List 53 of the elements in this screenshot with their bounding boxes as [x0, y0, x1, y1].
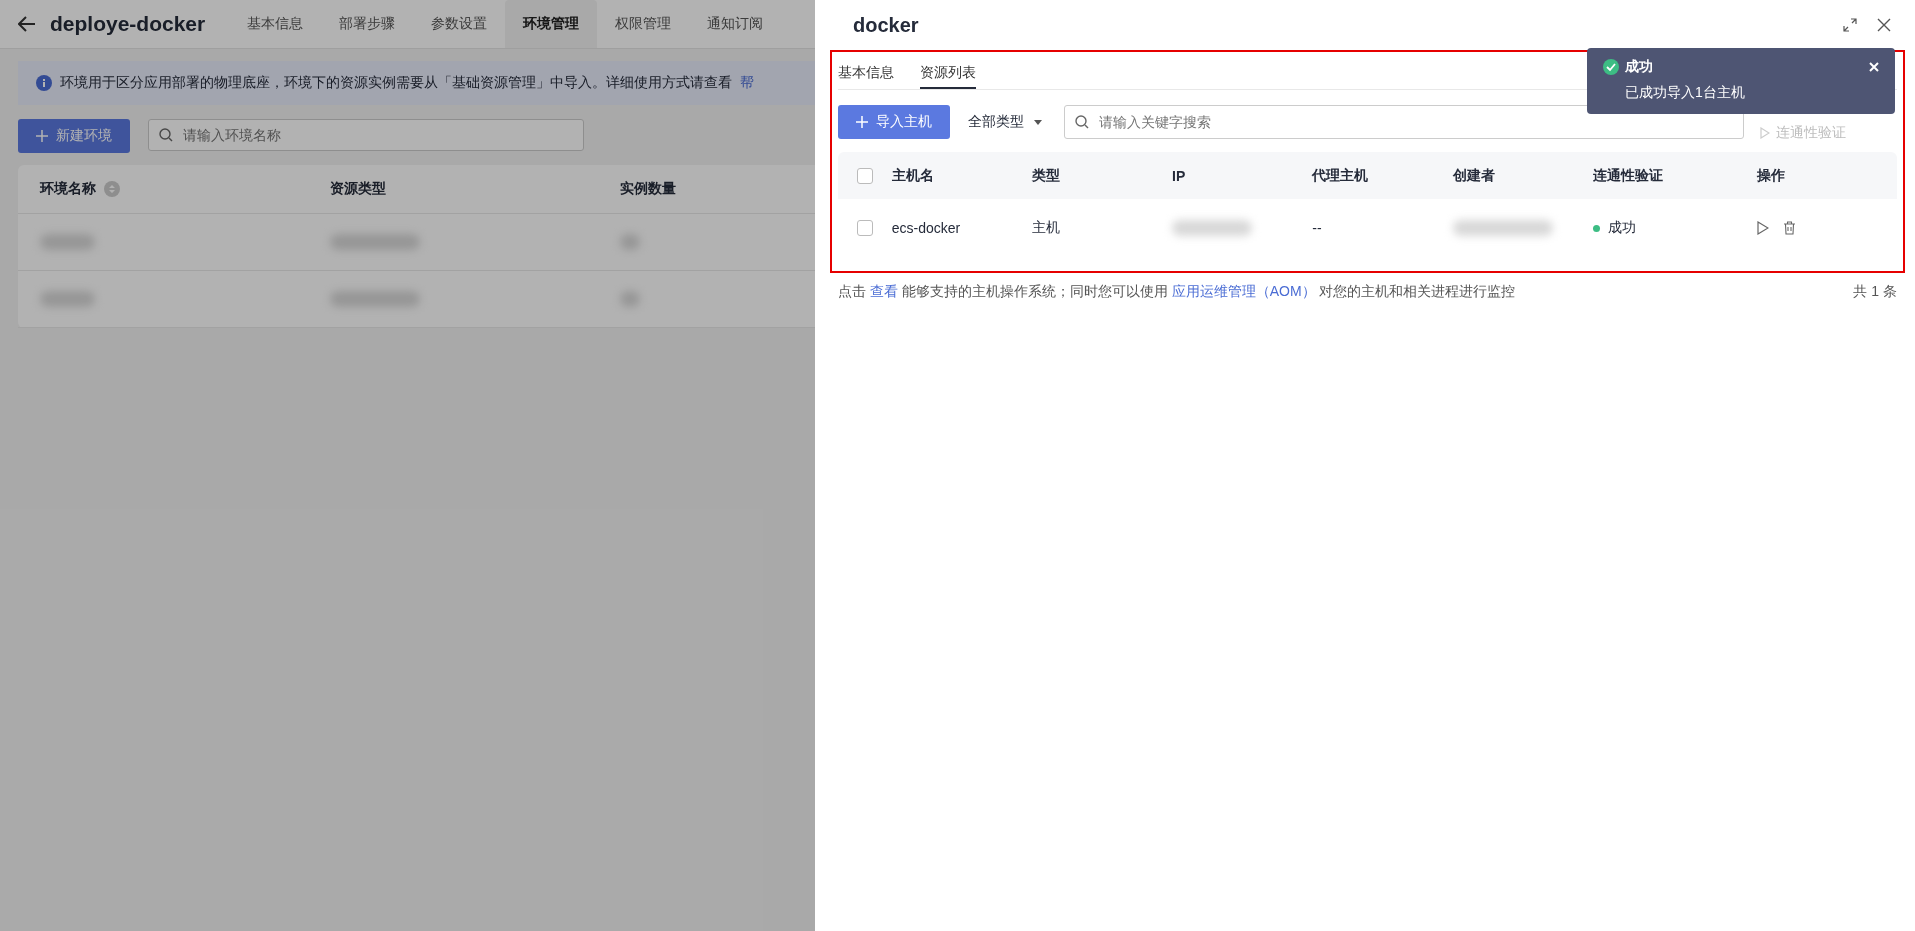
aom-link[interactable]: 应用运维管理（AOM）: [1171, 283, 1316, 299]
page-tab[interactable]: 通知订阅: [689, 0, 782, 48]
status-text: 成功: [1607, 219, 1636, 237]
column-header: 环境名称: [40, 180, 96, 198]
expand-icon[interactable]: [1843, 18, 1857, 32]
info-text: 环境用于区分应用部署的物理底座，环境下的资源实例需要从「基础资源管理」中导入。详细使用方式请查看: [60, 74, 732, 92]
import-host-button[interactable]: 导入主机: [838, 105, 950, 139]
page-title: deploye-docker: [50, 12, 206, 36]
plus-icon: [36, 130, 48, 142]
table-cell: ecs-docker: [891, 220, 961, 236]
trash-icon[interactable]: [1782, 221, 1796, 235]
column-header: IP: [1172, 167, 1186, 184]
footer-text: 点击 查看 能够支持的主机操作系统；同时您可以使用 应用运维管理（AOM） 对您的主机和相关进程进行监控: [838, 283, 1516, 301]
back-arrow-icon[interactable]: [18, 16, 36, 32]
drawer-tab[interactable]: 基本信息: [838, 58, 894, 89]
row-checkbox[interactable]: [856, 220, 873, 236]
search-icon: [159, 128, 173, 142]
page-tab[interactable]: 权限管理: [597, 0, 690, 48]
column-header: 操作: [1756, 166, 1785, 185]
column-header: 资源类型: [330, 180, 386, 198]
view-link[interactable]: 查看: [869, 283, 898, 299]
plus-icon: [856, 116, 868, 128]
drawer-title: docker: [853, 13, 919, 37]
page-tab[interactable]: 环境管理: [505, 0, 598, 48]
table-cell: 主机: [1031, 219, 1060, 237]
column-header: 代理主机: [1312, 166, 1369, 185]
table-cell: --: [1312, 220, 1322, 236]
blurred-text: [40, 291, 95, 307]
search-icon: [1075, 115, 1089, 129]
toast-title: 成功: [1625, 58, 1654, 76]
column-header: 类型: [1031, 166, 1060, 185]
play-icon: [1760, 127, 1770, 139]
blurred-text: [40, 234, 95, 250]
toast-message: 已成功导入1台主机: [1624, 84, 1746, 102]
page-tab[interactable]: 部署步骤: [321, 0, 414, 48]
search-field[interactable]: 请输入关键字搜索: [1064, 105, 1744, 139]
total-count: 共 1 条: [1853, 283, 1897, 301]
check-circle-icon: [1603, 59, 1619, 75]
search-field[interactable]: 请输入环境名称: [148, 119, 584, 151]
new-environment-button[interactable]: 新建环境: [18, 119, 130, 153]
help-link[interactable]: 帮: [740, 74, 754, 92]
type-dropdown[interactable]: 全部类型: [968, 113, 1054, 131]
column-header: 创建者: [1452, 166, 1495, 185]
column-header: 实例数量: [620, 180, 676, 198]
drawer-tab[interactable]: 资源列表: [920, 58, 976, 89]
select-all-checkbox[interactable]: [856, 167, 873, 184]
page-tab[interactable]: 参数设置: [413, 0, 506, 48]
page-tab[interactable]: 基本信息: [229, 0, 322, 48]
play-icon[interactable]: [1756, 221, 1769, 235]
close-icon[interactable]: [1877, 18, 1891, 32]
column-header: 连通性验证: [1592, 166, 1663, 185]
column-header: 主机名: [891, 166, 934, 185]
info-icon: [36, 75, 52, 91]
